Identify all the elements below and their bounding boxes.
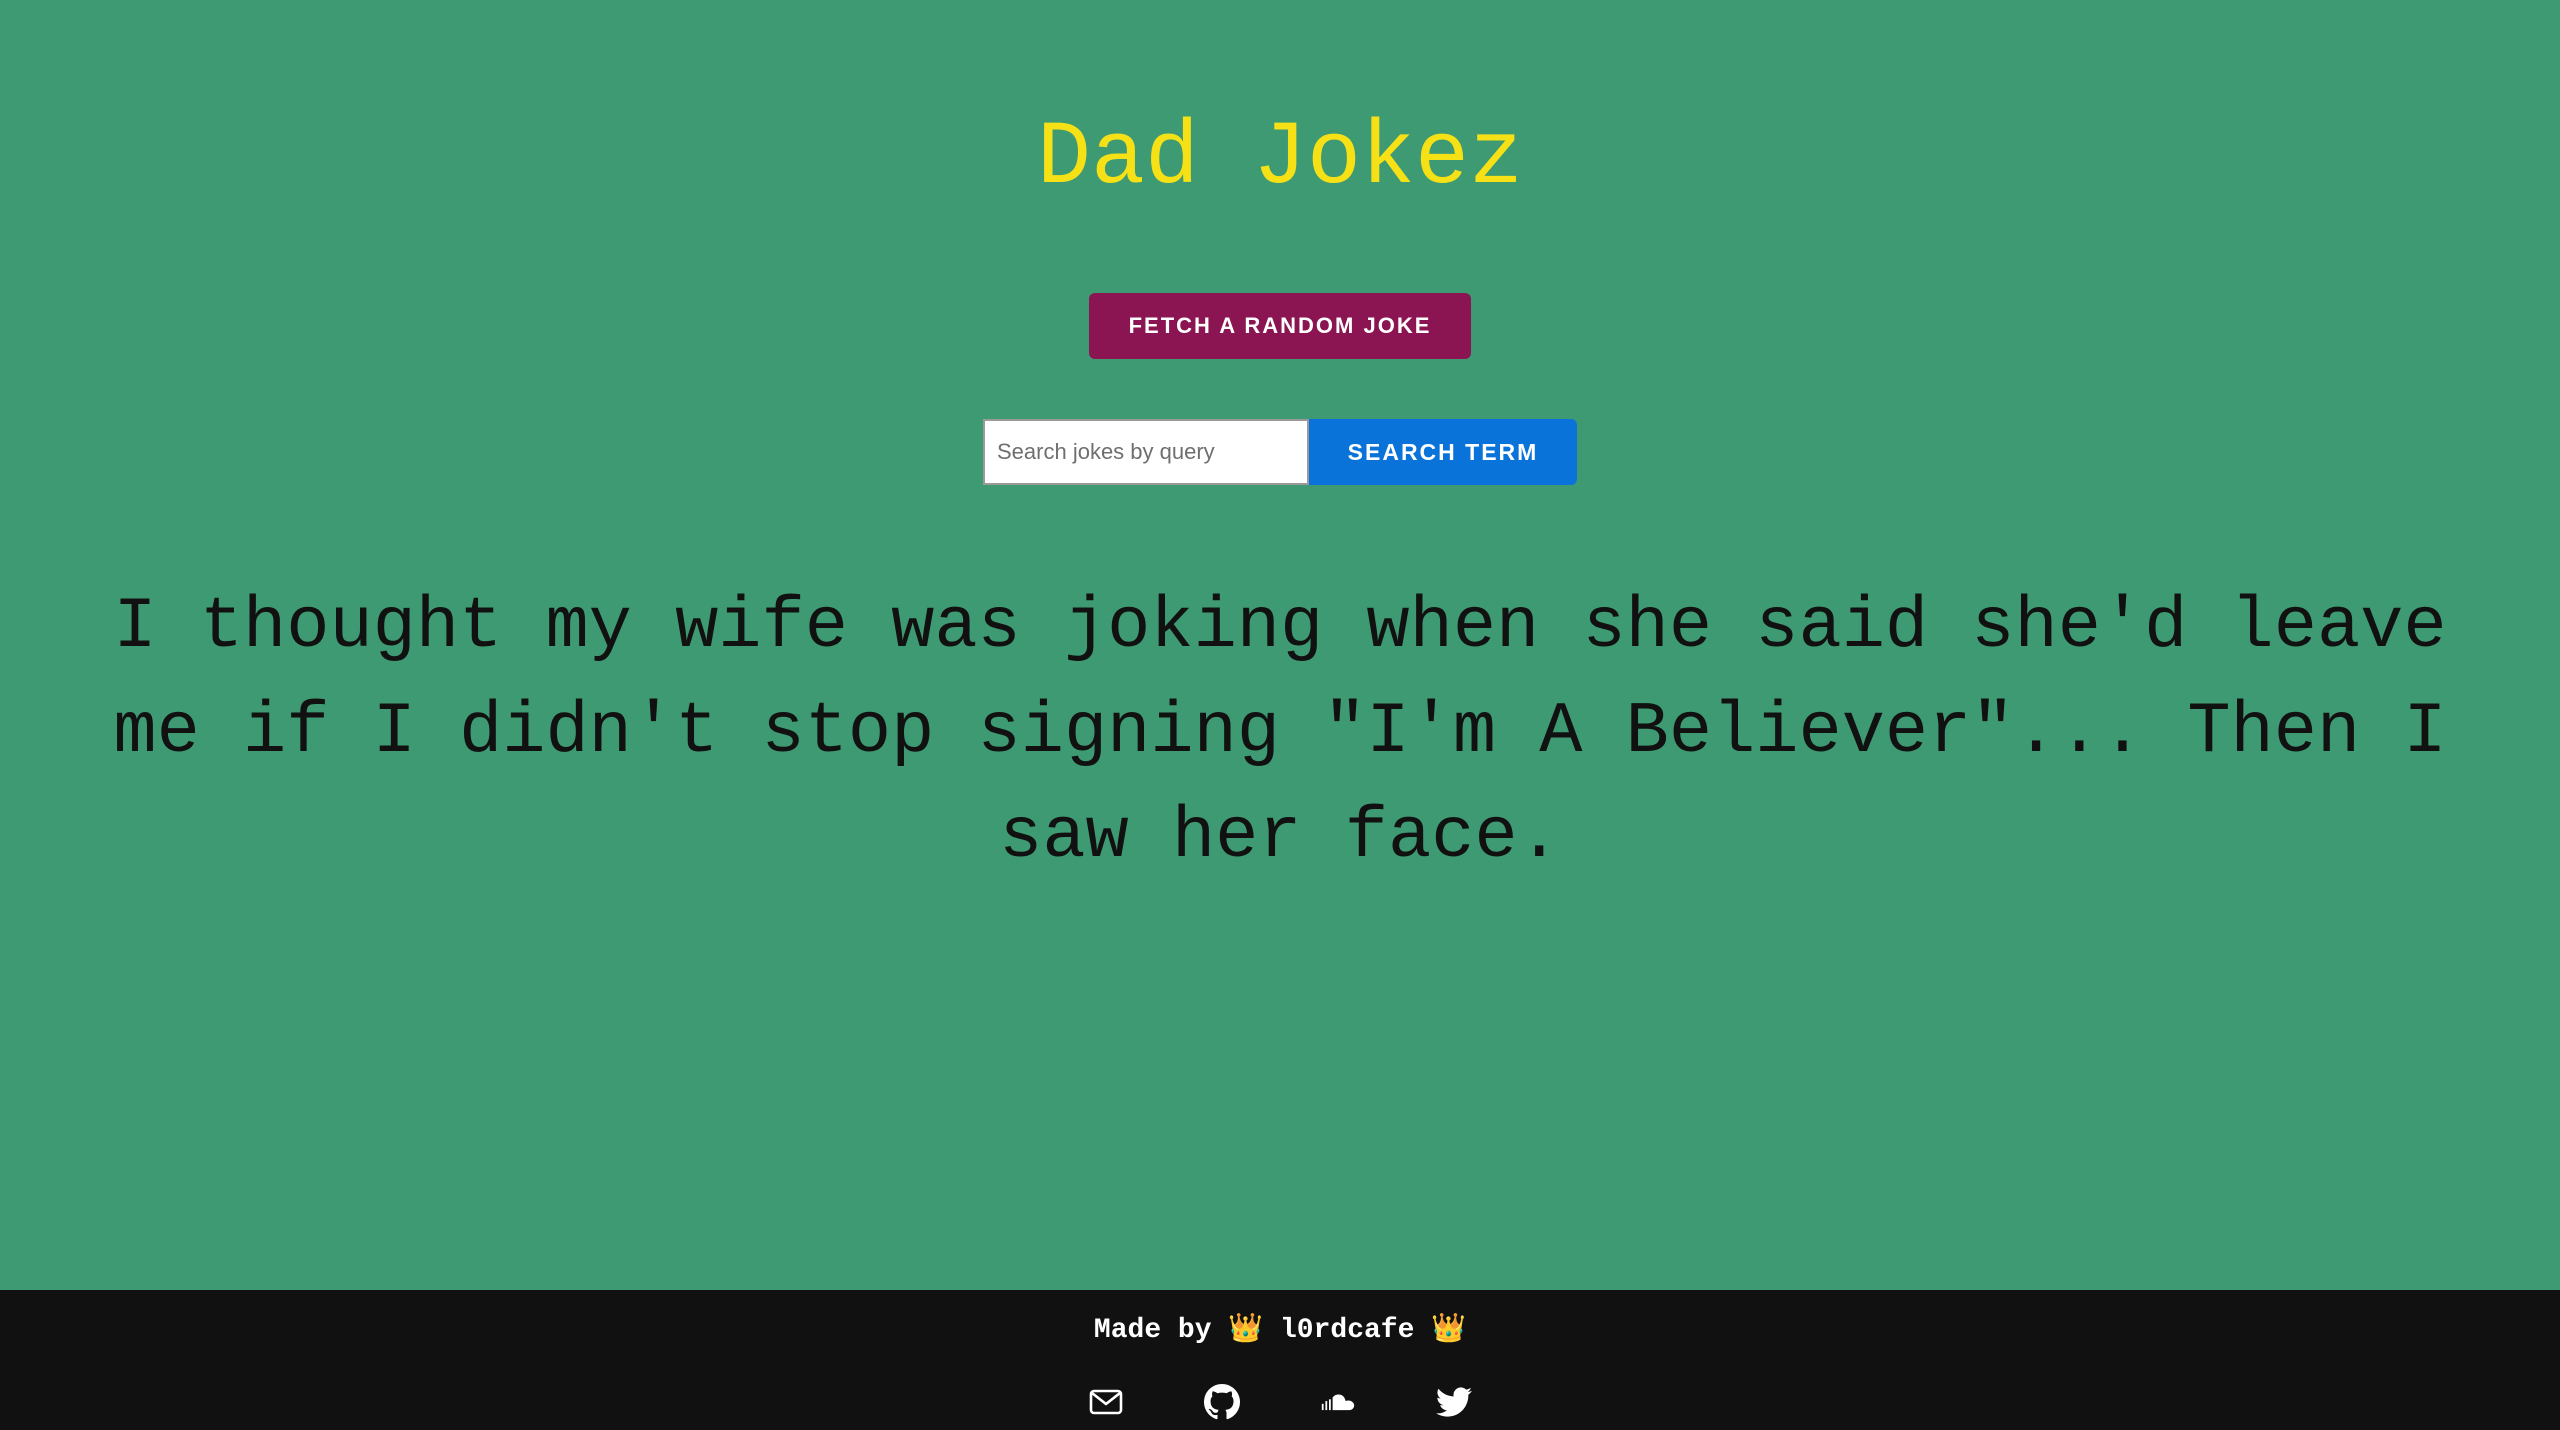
search-input[interactable] <box>983 419 1309 485</box>
twitter-icon[interactable] <box>1436 1384 1472 1420</box>
fetch-random-joke-button[interactable]: FETCH A RANDOM JOKE <box>1089 293 1471 359</box>
page: Dad Jokez FETCH A RANDOM JOKE SEARCH TER… <box>0 0 2560 1430</box>
soundcloud-icon[interactable] <box>1320 1384 1356 1420</box>
github-icon[interactable] <box>1204 1384 1240 1420</box>
mail-icon[interactable] <box>1088 1384 1124 1420</box>
footer-credit: Made by 👑 l0rdcafe 👑 <box>1093 1315 1467 1346</box>
social-links <box>1088 1384 1472 1420</box>
search-bar: SEARCH TERM <box>983 419 1577 485</box>
footer: Made by 👑 l0rdcafe 👑 <box>0 1290 2560 1430</box>
page-title: Dad Jokez <box>1036 108 1524 210</box>
search-term-button[interactable]: SEARCH TERM <box>1309 419 1577 485</box>
joke-text: I thought my wife was joking when she sa… <box>113 586 2447 878</box>
